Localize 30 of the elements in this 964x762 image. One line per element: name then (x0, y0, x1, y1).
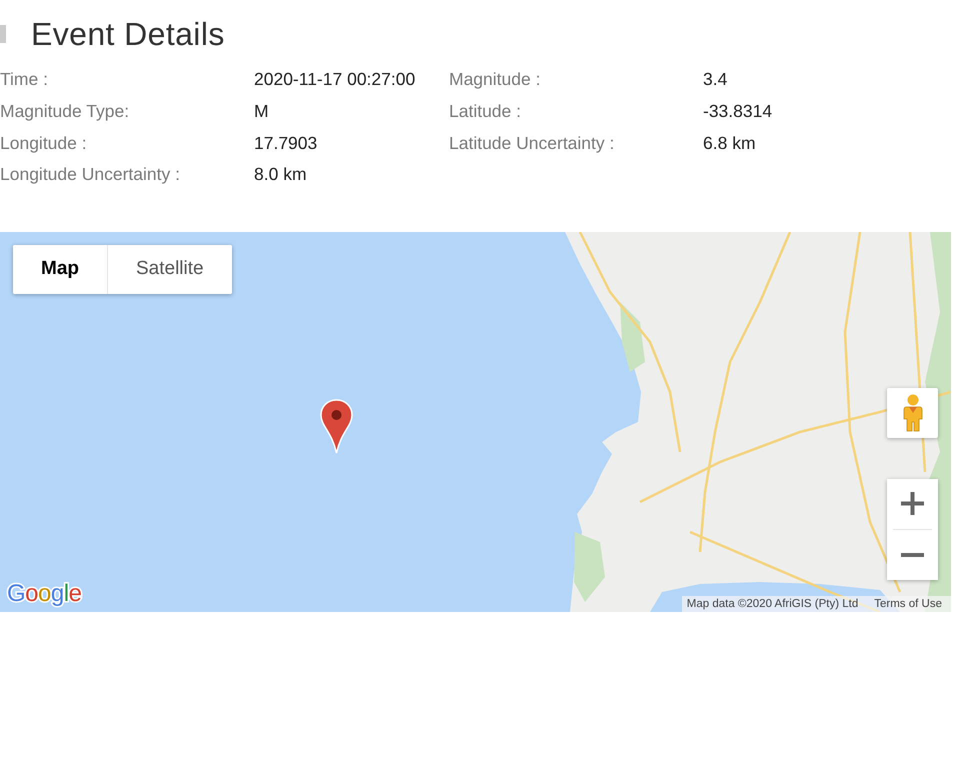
field-value: 6.8 km (703, 132, 756, 154)
field-value: 8.0 km (254, 164, 307, 186)
field-label: Longitude Uncertainty : (0, 164, 180, 186)
field-label: Longitude : (0, 132, 87, 154)
minus-icon (901, 552, 924, 557)
plus-icon (901, 492, 924, 516)
zoom-in-button[interactable] (887, 478, 938, 529)
field-label: Time : (0, 69, 48, 90)
map-logo: Google (7, 580, 82, 607)
field-label: Latitude Uncertainty : (449, 132, 614, 154)
person-icon (902, 394, 922, 432)
map-marker-icon[interactable] (320, 398, 353, 454)
accent-bar (0, 25, 6, 43)
field-value: M (254, 101, 269, 122)
zoom-out-button[interactable] (887, 530, 938, 580)
field-value: 17.7903 (254, 132, 318, 154)
terms-link[interactable]: Terms of Use (874, 598, 942, 610)
page-title: Event Details (31, 15, 225, 53)
field-label: Magnitude Type: (0, 101, 130, 122)
park-area (574, 532, 605, 602)
field-label: Magnitude : (449, 69, 540, 90)
field-value: 3.4 (703, 69, 728, 90)
map-type-tab[interactable]: Satellite (107, 244, 232, 294)
street-view-button[interactable] (887, 388, 938, 438)
map-data-credit: Map data ©2020 AfriGIS (Pty) Ltd (686, 598, 858, 610)
map-type-tab[interactable]: Map (13, 244, 107, 294)
field-value: 2020-11-17 00:27:00 (254, 69, 416, 90)
field-label: Latitude : (449, 101, 521, 122)
park-area (620, 302, 645, 372)
field-value: -33.8314 (703, 101, 772, 122)
